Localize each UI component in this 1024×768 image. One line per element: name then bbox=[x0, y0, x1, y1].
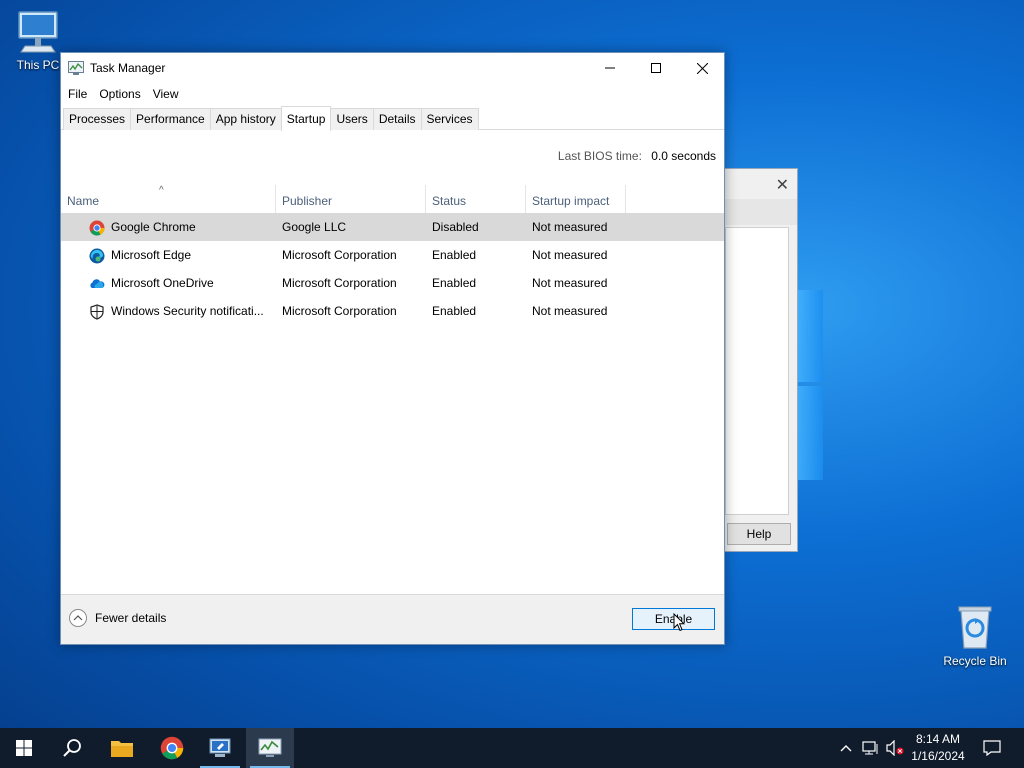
network-icon bbox=[862, 741, 878, 755]
desktop-icon-recycle-bin[interactable]: Recycle Bin bbox=[937, 604, 1013, 668]
mouse-cursor-icon bbox=[673, 613, 685, 632]
tab-startup[interactable]: Startup bbox=[280, 106, 332, 131]
task-manager-window: Task Manager File Options View Processes… bbox=[60, 52, 725, 645]
chrome-icon bbox=[89, 220, 105, 236]
windows-wallpaper-logo bbox=[795, 290, 823, 480]
search-button[interactable] bbox=[48, 728, 96, 768]
shield-icon bbox=[90, 304, 104, 320]
startup-app-impact: Not measured bbox=[532, 248, 608, 262]
chevron-up-icon bbox=[840, 745, 852, 752]
bios-time: Last BIOS time: 0.0 seconds bbox=[558, 149, 716, 163]
network-tray[interactable] bbox=[860, 728, 882, 768]
desktop-icon-label: This PC bbox=[16, 58, 60, 72]
clock-date: 1/16/2024 bbox=[911, 749, 965, 763]
taskbar-chrome[interactable] bbox=[148, 728, 196, 768]
dialog-strip bbox=[723, 199, 797, 225]
start-button[interactable] bbox=[0, 728, 48, 768]
startup-app-name: Google Chrome bbox=[111, 220, 196, 234]
tab-bar: Processes Performance App history Startu… bbox=[61, 105, 724, 131]
close-icon bbox=[696, 62, 708, 74]
taskbar: 8:14 AM 1/16/2024 bbox=[0, 728, 1024, 768]
onedrive-icon bbox=[90, 279, 105, 288]
search-icon bbox=[63, 739, 81, 757]
column-name[interactable]: Name bbox=[61, 185, 276, 213]
taskbar-clock[interactable]: 8:14 AM 1/16/2024 bbox=[904, 731, 972, 765]
menu-file[interactable]: File bbox=[64, 87, 91, 101]
notification-icon bbox=[983, 740, 1001, 756]
close-button[interactable] bbox=[679, 53, 725, 83]
bios-time-value: 0.0 seconds bbox=[651, 149, 716, 163]
startup-app-name: Microsoft OneDrive bbox=[111, 276, 214, 290]
volume-muted-icon bbox=[886, 740, 904, 756]
chrome-icon bbox=[160, 736, 184, 760]
task-manager-icon bbox=[258, 738, 282, 757]
tab-performance[interactable]: Performance bbox=[130, 108, 211, 130]
window-footer: Fewer details Enable bbox=[61, 594, 724, 644]
minimize-icon bbox=[605, 67, 615, 69]
maximize-button[interactable] bbox=[633, 53, 679, 83]
help-button[interactable]: Help bbox=[727, 523, 791, 545]
fewer-details-label: Fewer details bbox=[95, 611, 167, 625]
recycle-bin-icon bbox=[958, 606, 992, 649]
startup-app-publisher: Microsoft Corporation bbox=[282, 276, 397, 290]
dialog-body bbox=[725, 227, 789, 515]
startup-app-impact: Not measured bbox=[532, 276, 608, 290]
startup-app-status: Enabled bbox=[432, 304, 477, 318]
column-status[interactable]: Status bbox=[426, 185, 526, 213]
taskbar-file-explorer[interactable] bbox=[98, 728, 146, 768]
startup-app-status: Enabled bbox=[432, 248, 477, 262]
tab-services[interactable]: Services bbox=[420, 108, 479, 130]
bios-time-label: Last BIOS time: bbox=[557, 149, 642, 163]
startup-app-impact: Not measured bbox=[532, 220, 608, 234]
startup-app-publisher: Microsoft Corporation bbox=[282, 248, 397, 262]
edge-icon bbox=[89, 248, 105, 264]
system-config-icon bbox=[209, 738, 231, 757]
startup-app-status: Disabled bbox=[432, 220, 479, 234]
fewer-details-toggle[interactable]: Fewer details bbox=[69, 609, 166, 627]
minimize-button[interactable] bbox=[587, 53, 633, 83]
desktop-icon-label: Recycle Bin bbox=[943, 654, 1007, 668]
startup-app-status: Enabled bbox=[432, 276, 477, 290]
show-hidden-icons[interactable] bbox=[836, 728, 856, 768]
startup-app-impact: Not measured bbox=[532, 304, 608, 318]
volume-tray[interactable] bbox=[884, 728, 906, 768]
folder-icon bbox=[111, 741, 133, 757]
this-pc-icon bbox=[18, 11, 58, 53]
close-icon[interactable]: ✕ bbox=[776, 175, 789, 195]
task-manager-icon bbox=[68, 61, 84, 75]
column-header-row: ^ Name Publisher Status Startup impact bbox=[61, 185, 724, 213]
startup-list: Google Chrome Google LLC Disabled Not me… bbox=[61, 213, 724, 325]
tab-app-history[interactable]: App history bbox=[209, 108, 282, 130]
menu-view[interactable]: View bbox=[149, 87, 183, 101]
table-row[interactable]: Google Chrome Google LLC Disabled Not me… bbox=[61, 213, 724, 241]
taskbar-system-configuration[interactable] bbox=[196, 728, 244, 768]
menu-options[interactable]: Options bbox=[95, 87, 144, 101]
title-bar[interactable]: Task Manager bbox=[61, 53, 724, 83]
tab-details[interactable]: Details bbox=[372, 108, 422, 130]
table-row[interactable]: Microsoft OneDrive Microsoft Corporation… bbox=[61, 269, 724, 297]
startup-app-publisher: Google LLC bbox=[282, 220, 347, 234]
taskbar-task-manager[interactable] bbox=[246, 728, 294, 768]
action-center-button[interactable] bbox=[978, 728, 1006, 768]
column-publisher[interactable]: Publisher bbox=[276, 185, 426, 213]
column-startup-impact[interactable]: Startup impact bbox=[526, 185, 626, 213]
table-row[interactable]: Microsoft Edge Microsoft Corporation Ena… bbox=[61, 241, 724, 269]
startup-app-publisher: Microsoft Corporation bbox=[282, 304, 397, 318]
clock-time: 8:14 AM bbox=[915, 732, 961, 746]
window-title: Task Manager bbox=[90, 61, 166, 75]
menu-bar: File Options View bbox=[61, 83, 724, 105]
startup-app-name: Windows Security notificati... bbox=[111, 304, 264, 318]
windows-start-icon bbox=[16, 740, 32, 756]
tab-processes[interactable]: Processes bbox=[63, 108, 132, 130]
tab-users[interactable]: Users bbox=[330, 108, 374, 130]
startup-app-name: Microsoft Edge bbox=[111, 248, 192, 262]
chevron-up-icon bbox=[69, 609, 87, 627]
table-row[interactable]: Windows Security notificati... Microsoft… bbox=[61, 297, 724, 325]
maximize-icon bbox=[651, 63, 661, 73]
background-dialog: ✕ Help bbox=[722, 168, 798, 552]
